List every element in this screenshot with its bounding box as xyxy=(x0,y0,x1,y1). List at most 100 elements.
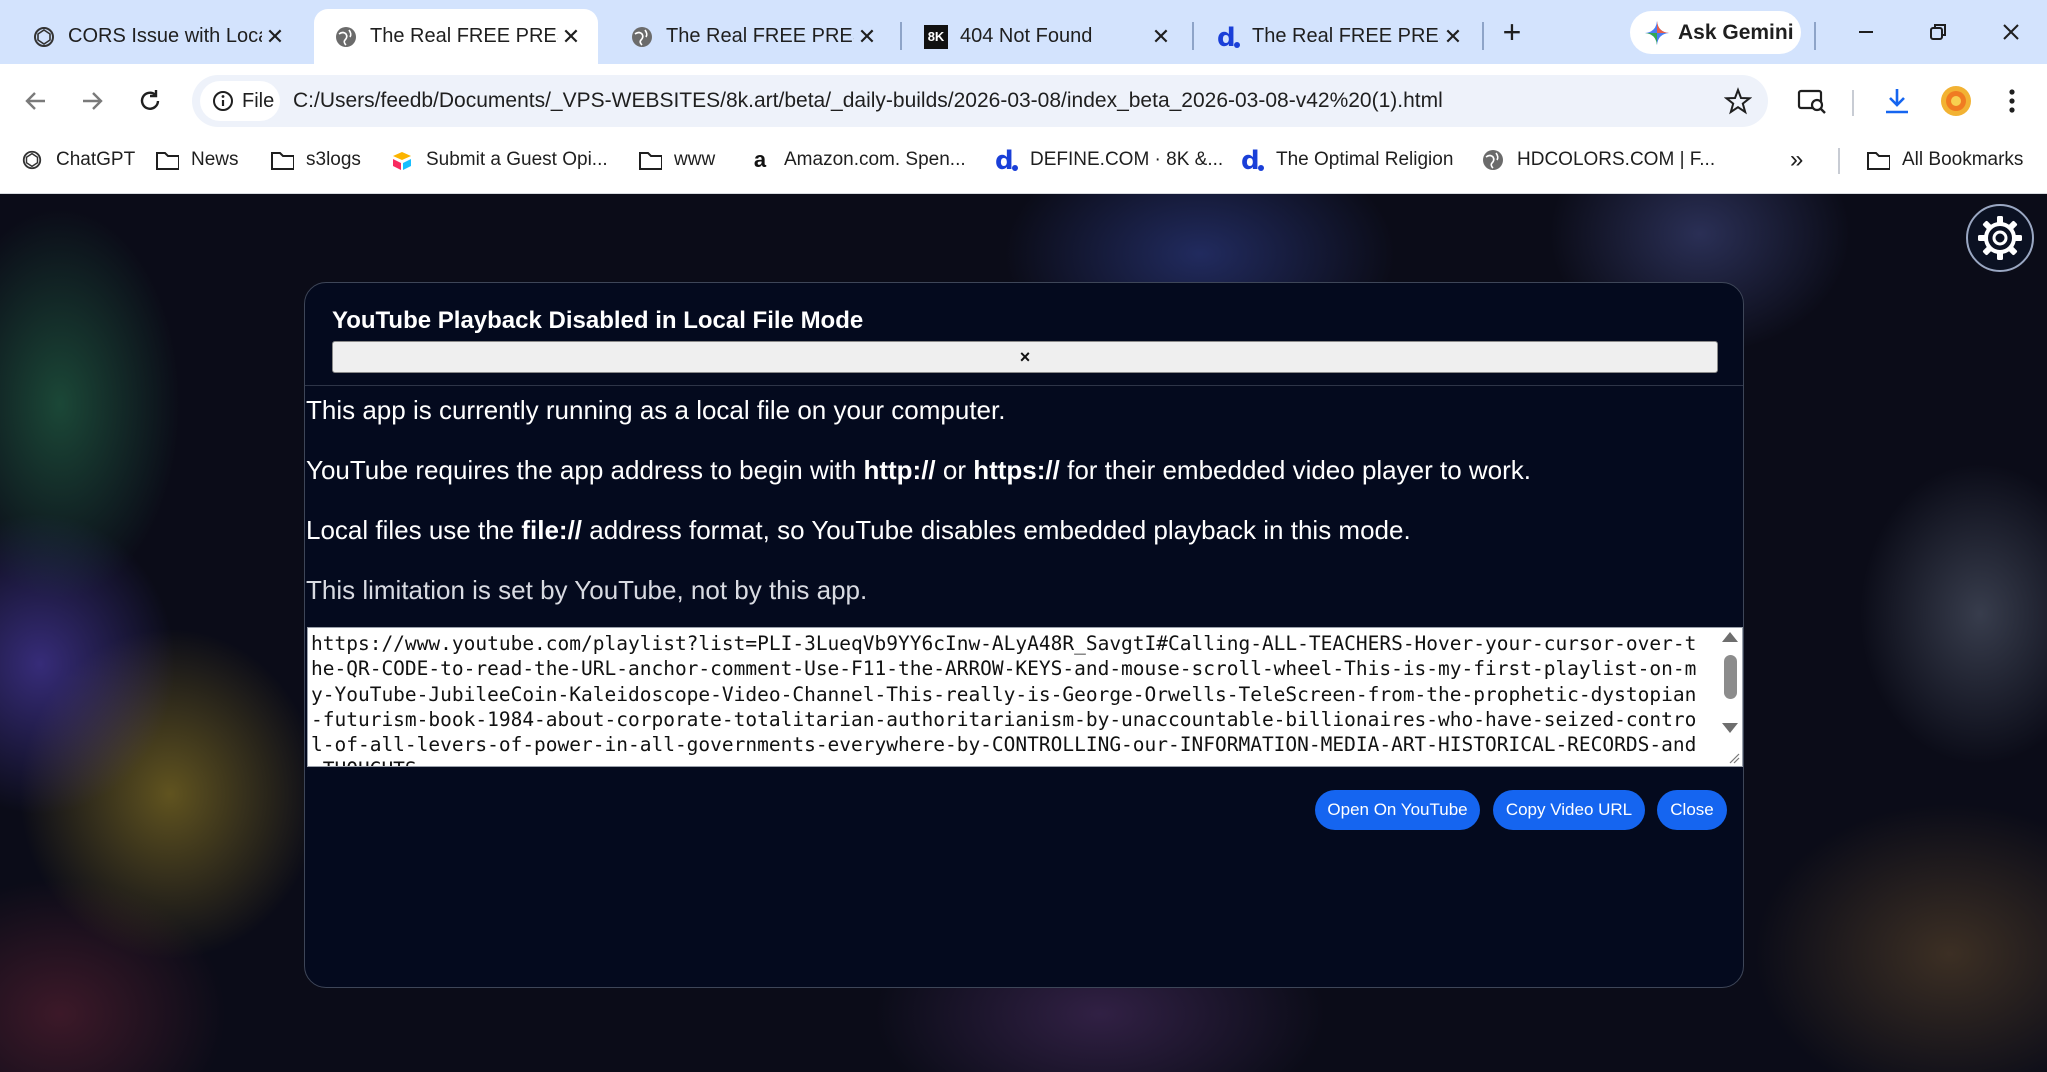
omnibox[interactable]: File C:/Users/feedb/Documents/_VPS-WEBSI… xyxy=(192,75,1768,127)
toolbar-separator xyxy=(1852,90,1854,116)
tab-close-icon[interactable]: ✕ xyxy=(262,24,288,50)
bookmark-label: News xyxy=(191,149,239,170)
close-modal-button[interactable]: Close xyxy=(1657,790,1727,830)
bookmark-label: www xyxy=(674,149,716,170)
profile-avatar[interactable] xyxy=(1937,82,1975,120)
bookmark-hdcolors[interactable]: HDCOLORS.COM | F... xyxy=(1481,137,1715,183)
bookmark-submit-guest[interactable]: Submit a Guest Opi... xyxy=(390,137,608,183)
scroll-down-arrow-icon[interactable] xyxy=(1722,723,1738,733)
scroll-up-arrow-icon[interactable] xyxy=(1722,632,1738,642)
tab-404[interactable]: 8K 404 Not Found ✕ xyxy=(904,9,1188,64)
gear-icon xyxy=(1978,216,2022,260)
folder-icon xyxy=(155,148,179,172)
all-bookmarks-label: All Bookmarks xyxy=(1902,149,2024,170)
tab-separator xyxy=(1814,22,1816,50)
site-info-chip[interactable]: File xyxy=(200,81,280,121)
modal-paragraph-limitation: This limitation is set by YouTube, not b… xyxy=(306,575,868,605)
bookmark-label: s3logs xyxy=(306,149,361,170)
modal-paragraph-http-requirement: YouTube requires the app address to begi… xyxy=(306,455,1532,485)
svg-text:d: d xyxy=(1241,147,1260,173)
bookmark-optimal-religion[interactable]: d The Optimal Religion xyxy=(1240,137,1453,183)
video-url-textarea[interactable]: https://www.youtube.com/playlist?list=PL… xyxy=(307,627,1743,767)
bookmarks-bar: ChatGPT News s3logs Submit a Guest Opi..… xyxy=(0,137,2047,194)
tab-separator xyxy=(900,22,902,50)
back-arrow-icon[interactable] xyxy=(17,82,55,120)
resize-grip-icon[interactable] xyxy=(1728,752,1740,764)
d-logo: d xyxy=(1240,147,1264,173)
restore-icon[interactable] xyxy=(1916,12,1960,52)
modal-paragraph-file-protocol: Local files use the file:// address form… xyxy=(306,515,1411,545)
all-bookmarks-folder[interactable]: All Bookmarks xyxy=(1866,137,2023,183)
browser-toolbar: File C:/Users/feedb/Documents/_VPS-WEBSI… xyxy=(0,64,2047,137)
cast-search-icon[interactable] xyxy=(1793,82,1831,120)
bookmark-news[interactable]: News xyxy=(155,137,239,183)
tab-close-icon[interactable]: ✕ xyxy=(1440,24,1466,50)
scrollbar-thumb[interactable] xyxy=(1724,655,1737,699)
modal-close-x-button[interactable]: × xyxy=(332,341,1718,373)
tab-close-icon[interactable]: ✕ xyxy=(558,24,584,50)
amazon-icon: a xyxy=(753,147,767,172)
tab-close-icon[interactable]: ✕ xyxy=(1148,24,1174,50)
page-background: YouTube Playback Disabled in Local File … xyxy=(0,194,2047,1072)
info-icon xyxy=(213,91,233,111)
bookmark-label: Amazon.com. Spen... xyxy=(784,149,966,170)
bookmark-label: Submit a Guest Opi... xyxy=(426,149,608,170)
reload-icon[interactable] xyxy=(131,82,169,120)
address-url[interactable]: C:/Users/feedb/Documents/_VPS-WEBSITES/8… xyxy=(293,75,1493,127)
openai-icon xyxy=(20,148,44,172)
folder-icon xyxy=(270,148,294,172)
tab-title: The Real FREE PRESS xyxy=(370,25,558,47)
modal-title: YouTube Playback Disabled in Local File … xyxy=(332,307,864,334)
bookmark-s3logs[interactable]: s3logs xyxy=(270,137,361,183)
tab-close-icon[interactable]: ✕ xyxy=(854,24,880,50)
window-close-icon[interactable] xyxy=(1989,12,2033,52)
tab-free-press-2[interactable]: The Real FREE PRESS ✕ xyxy=(610,9,894,64)
svg-text:d: d xyxy=(995,147,1014,173)
copy-video-url-button[interactable]: Copy Video URL xyxy=(1493,790,1645,830)
bookmark-label: ChatGPT xyxy=(56,149,136,170)
bookmarks-separator xyxy=(1838,148,1840,174)
video-url-text[interactable]: https://www.youtube.com/playlist?list=PL… xyxy=(311,631,1706,766)
globe-icon xyxy=(630,25,654,49)
tab-title: 404 Not Found xyxy=(960,25,1093,47)
tab-strip: CORS Issue with Loca ✕ The Real FREE PRE… xyxy=(0,0,2047,64)
youtube-disabled-modal: YouTube Playback Disabled in Local File … xyxy=(304,282,1744,988)
globe-icon xyxy=(334,25,358,49)
tab-cors-issue[interactable]: CORS Issue with Loca ✕ xyxy=(12,9,302,64)
settings-button[interactable] xyxy=(1966,204,2034,272)
d-logo: d xyxy=(994,147,1018,173)
bookmark-star-icon[interactable] xyxy=(1724,87,1752,115)
globe-icon xyxy=(1481,148,1505,172)
minimize-icon[interactable] xyxy=(1844,12,1888,52)
tab-separator xyxy=(1482,22,1484,50)
bookmark-label: HDCOLORS.COM | F... xyxy=(1517,149,1716,170)
tab-free-press-3[interactable]: d The Real FREE PRESS ✕ xyxy=(1196,9,1480,64)
tab-title: The Real FREE PRESS xyxy=(666,25,854,47)
bookmark-www[interactable]: www xyxy=(638,137,715,183)
airtable-icon xyxy=(390,148,414,172)
download-icon[interactable] xyxy=(1878,82,1916,120)
bookmark-define[interactable]: d DEFINE.COM · 8K &... xyxy=(994,137,1223,183)
ask-gemini-label: Ask Gemini xyxy=(1678,20,1794,44)
gemini-sparkle-icon xyxy=(1645,20,1669,45)
open-on-youtube-button[interactable]: Open On YouTube xyxy=(1315,790,1480,830)
modal-paragraph-local-file: This app is currently running as a local… xyxy=(306,395,1006,425)
modal-divider xyxy=(305,385,1743,386)
bookmark-label: DEFINE.COM · 8K &... xyxy=(1030,149,1224,170)
new-tab-button[interactable]: + xyxy=(1494,14,1530,50)
forward-arrow-icon[interactable] xyxy=(73,82,111,120)
site-info-label: File xyxy=(242,89,275,112)
svg-text:d: d xyxy=(1217,24,1236,50)
folder-icon xyxy=(1866,148,1890,172)
ask-gemini-button[interactable]: Ask Gemini xyxy=(1630,11,1801,54)
tab-separator xyxy=(1192,22,1194,50)
folder-icon xyxy=(638,148,662,172)
bookmark-label: The Optimal Religion xyxy=(1276,149,1454,170)
tab-title: The Real FREE PRESS xyxy=(1252,25,1440,47)
menu-kebab-icon[interactable] xyxy=(1993,82,2031,120)
tab-free-press-active[interactable]: The Real FREE PRESS ✕ xyxy=(314,9,598,64)
more-bookmarks-chevron-icon[interactable]: » xyxy=(1790,137,1803,183)
openai-icon xyxy=(32,25,56,49)
bookmark-chatgpt[interactable]: ChatGPT xyxy=(20,137,135,183)
bookmark-amazon[interactable]: a Amazon.com. Spen... xyxy=(748,137,966,183)
